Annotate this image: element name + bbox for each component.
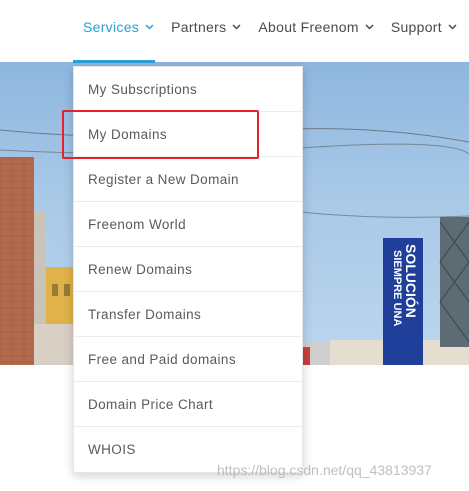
menu-item-freenom-world[interactable]: Freenom World [74, 202, 302, 247]
chevron-down-icon [365, 24, 374, 30]
services-dropdown-menu: My Subscriptions My Domains Register a N… [73, 66, 303, 473]
nav-item-label: Services [83, 19, 140, 35]
nav-item-label: About Freenom [258, 19, 359, 35]
nav-item-partners[interactable]: Partners [171, 19, 241, 35]
watermark-text: https://blog.csdn.net/qq_43813937 [217, 462, 432, 478]
menu-item-domain-price-chart[interactable]: Domain Price Chart [74, 382, 302, 427]
nav-item-support[interactable]: Support [391, 19, 457, 35]
nav-item-label: Partners [171, 19, 227, 35]
menu-item-renew-domains[interactable]: Renew Domains [74, 247, 302, 292]
billboard-text-line1: SOLUCIÓN [403, 244, 420, 318]
chevron-down-icon [145, 24, 154, 30]
nav-item-services[interactable]: Services [83, 19, 154, 35]
nav-item-label: Support [390, 19, 442, 35]
menu-item-transfer-domains[interactable]: Transfer Domains [74, 292, 302, 337]
menu-item-register-new-domain[interactable]: Register a New Domain [74, 157, 302, 202]
menu-item-my-domains[interactable]: My Domains [74, 112, 302, 157]
menu-item-my-subscriptions[interactable]: My Subscriptions [74, 67, 302, 112]
nav-menu: Services Partners About Freenom Support [83, 19, 469, 35]
chevron-down-icon [232, 24, 241, 30]
active-tab-indicator [73, 60, 155, 63]
top-navbar: Services Partners About Freenom Support [0, 0, 469, 63]
chevron-down-icon [448, 24, 457, 30]
nav-item-about-freenom[interactable]: About Freenom [258, 19, 374, 35]
menu-item-free-and-paid-domains[interactable]: Free and Paid domains [74, 337, 302, 382]
billboard-text-line2: SIEMPRE UNA [391, 250, 403, 326]
